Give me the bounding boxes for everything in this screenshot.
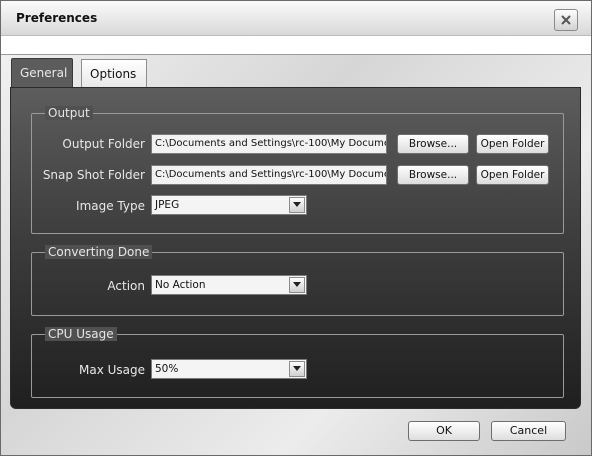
chevron-down-icon xyxy=(293,366,301,371)
general-panel: Output Output Folder C:\Documents and Se… xyxy=(10,87,581,409)
converting-done-group-title: Converting Done xyxy=(40,245,157,259)
close-icon xyxy=(561,15,571,25)
image-type-value: JPEG xyxy=(155,199,180,211)
output-browse-button[interactable]: Browse... xyxy=(397,134,469,154)
snapshot-browse-button[interactable]: Browse... xyxy=(397,165,469,185)
action-dropdown-arrow[interactable] xyxy=(289,277,305,293)
action-value: No Action xyxy=(155,279,206,291)
image-type-select[interactable]: JPEG xyxy=(151,195,307,215)
cancel-button[interactable]: Cancel xyxy=(491,421,566,441)
close-button[interactable] xyxy=(554,9,578,31)
max-usage-value: 50% xyxy=(155,363,179,375)
output-folder-field[interactable]: C:\Documents and Settings\rc-100\My Docu… xyxy=(151,134,387,154)
title-bar: Preferences xyxy=(1,1,591,35)
tab-options[interactable]: Options xyxy=(81,59,147,87)
snapshot-folder-label: Snap Shot Folder xyxy=(42,168,145,182)
tab-options-label: Options xyxy=(90,67,137,81)
tab-general[interactable]: General xyxy=(11,58,73,88)
window-title: Preferences xyxy=(16,11,98,25)
output-folder-label: Output Folder xyxy=(62,137,145,151)
action-select[interactable]: No Action xyxy=(151,275,307,295)
max-usage-dropdown-arrow[interactable] xyxy=(289,361,305,377)
image-type-dropdown-arrow[interactable] xyxy=(289,197,305,213)
chevron-down-icon xyxy=(293,202,301,207)
max-usage-label: Max Usage xyxy=(78,363,145,377)
max-usage-select[interactable]: 50% xyxy=(151,359,307,379)
output-open-folder-button[interactable]: Open Folder xyxy=(476,134,549,154)
chevron-down-icon xyxy=(293,282,301,287)
toolbar-strip xyxy=(1,35,591,55)
cpu-usage-group-title: CPU Usage xyxy=(40,327,122,341)
ok-button[interactable]: OK xyxy=(408,421,480,441)
snapshot-open-folder-button[interactable]: Open Folder xyxy=(476,165,549,185)
image-type-label: Image Type xyxy=(76,199,145,213)
tab-general-label: General xyxy=(20,66,68,80)
preferences-window: Preferences General Options Output Outpu… xyxy=(0,0,592,456)
snapshot-folder-field[interactable]: C:\Documents and Settings\rc-100\My Docu… xyxy=(151,165,387,185)
action-label: Action xyxy=(107,279,145,293)
output-group-title: Output xyxy=(40,106,98,120)
